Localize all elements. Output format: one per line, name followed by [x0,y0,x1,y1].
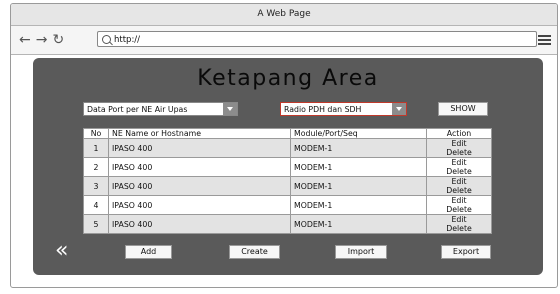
column-header-module: Module/Port/Seq [290,128,427,139]
forward-arrow-icon[interactable]: → [36,32,49,48]
edit-link[interactable]: Edit [430,158,488,167]
delete-link[interactable]: Delete [430,205,488,214]
module-cell: MODEM-1 [290,176,427,196]
ne-name-cell: IPASO 400 [108,157,291,177]
ne-name-cell: IPASO 400 [108,176,291,196]
main-panel: Ketapang Area Data Port per NE Air Upas … [33,58,543,275]
action-cell: Edit Delete [426,157,492,177]
row-number: 2 [83,157,109,177]
delete-link[interactable]: Delete [430,148,488,157]
table-row: 3 IPASO 400 MODEM-1 Edit Delete [83,176,492,196]
double-chevron-left-icon[interactable]: « [55,240,68,262]
data-port-select[interactable]: Data Port per NE Air Upas [83,102,238,116]
row-number: 3 [83,176,109,196]
radio-type-select-value: Radio PDH dan SDH [284,105,362,114]
ne-name-cell: IPASO 400 [108,195,291,215]
chevron-down-icon[interactable] [223,103,237,115]
column-header-no: No [83,128,109,139]
browser-toolbar: ← → ↻ http:// [11,26,557,55]
edit-link[interactable]: Edit [430,177,488,186]
column-header-ne-name: NE Name or Hostname [108,128,291,139]
show-button[interactable]: SHOW [438,102,488,116]
module-cell: MODEM-1 [290,138,427,158]
delete-link[interactable]: Delete [430,186,488,195]
page-title: Ketapang Area [197,66,379,91]
action-cell: Edit Delete [426,176,492,196]
search-icon [102,35,111,44]
browser-window: A Web Page ← → ↻ http:// Ketapang Area Dat… [10,3,558,288]
ne-name-cell: IPASO 400 [108,138,291,158]
column-header-action: Action [426,128,492,139]
edit-link[interactable]: Edit [430,215,488,224]
module-cell: MODEM-1 [290,195,427,215]
table-row: 2 IPASO 400 MODEM-1 Edit Delete [83,157,492,177]
action-cell: Edit Delete [426,214,492,234]
back-arrow-icon[interactable]: ← [19,32,32,48]
chevron-down-icon[interactable] [392,103,406,115]
action-cell: Edit Delete [426,138,492,158]
create-button[interactable]: Create [229,245,280,259]
add-button[interactable]: Add [125,245,172,259]
url-text: http:// [114,35,141,45]
data-port-select-value: Data Port per NE Air Upas [87,105,188,114]
delete-link[interactable]: Delete [430,224,488,233]
edit-link[interactable]: Edit [430,139,488,148]
ne-name-cell: IPASO 400 [108,214,291,234]
address-bar[interactable]: http:// [97,31,537,47]
table-row: 5 IPASO 400 MODEM-1 Edit Delete [83,214,492,234]
radio-type-select[interactable]: Radio PDH dan SDH [280,102,407,116]
delete-link[interactable]: Delete [430,167,488,176]
reload-icon[interactable]: ↻ [52,32,65,48]
table-header-row: No NE Name or Hostname Module/Port/Seq A… [83,128,492,139]
action-cell: Edit Delete [426,195,492,215]
import-button[interactable]: Import [335,245,387,259]
export-button[interactable]: Export [441,245,491,259]
module-cell: MODEM-1 [290,214,427,234]
row-number: 4 [83,195,109,215]
hamburger-menu-icon[interactable] [538,35,551,45]
module-cell: MODEM-1 [290,157,427,177]
row-number: 1 [83,138,109,158]
edit-link[interactable]: Edit [430,196,488,205]
table-row: 4 IPASO 400 MODEM-1 Edit Delete [83,195,492,215]
row-number: 5 [83,214,109,234]
window-title: A Web Page [11,4,557,26]
nav-controls: ← → ↻ [19,30,69,50]
ne-table: No NE Name or Hostname Module/Port/Seq A… [83,128,492,234]
table-row: 1 IPASO 400 MODEM-1 Edit Delete [83,138,492,158]
